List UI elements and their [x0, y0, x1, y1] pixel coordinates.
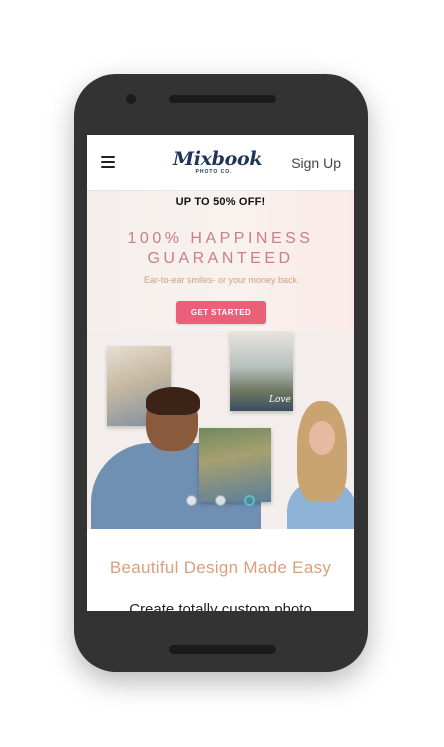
section-title: Beautiful Design Made Easy [109, 558, 332, 577]
promo-text: UP TO 50% OFF! [175, 196, 266, 208]
sign-up-link[interactable]: Sign Up [291, 155, 341, 171]
hero-headline-line2: GUARANTEED [147, 250, 294, 267]
hero-banner: UP TO 50% OFF! 100% HAPPINESS GUARANTEED… [87, 191, 354, 529]
logo[interactable]: Mixbook PHOTO CO. [173, 148, 263, 175]
hero-subline: Ear-to-ear smiles- or your money back [143, 275, 298, 285]
carousel-dot-3[interactable] [244, 495, 256, 506]
bottom-speaker [169, 645, 276, 654]
hero-headline-line1: 100% HAPPINESS [127, 230, 314, 247]
hero-headline: 100% HAPPINESS GUARANTEED [87, 229, 354, 269]
section-body: Create totally custom photo [129, 601, 312, 611]
camera-icon [126, 94, 136, 104]
logo-wordmark: Mixbook [173, 148, 263, 170]
screen: Mixbook PHOTO CO. Sign Up UP TO 50% OFF!… [87, 135, 354, 611]
hero-photo: Love [87, 331, 354, 529]
top-nav: Mixbook PHOTO CO. Sign Up [87, 135, 354, 191]
phone-frame: Mixbook PHOTO CO. Sign Up UP TO 50% OFF!… [74, 74, 368, 672]
top-speaker [169, 95, 276, 103]
hamburger-menu-icon[interactable] [101, 156, 115, 168]
carousel-indicators [87, 493, 354, 511]
held-photo [199, 428, 271, 502]
carousel-dot-2[interactable] [215, 495, 226, 506]
get-started-button[interactable]: GET STARTED [176, 301, 266, 324]
carousel-dot-1[interactable] [185, 495, 197, 506]
